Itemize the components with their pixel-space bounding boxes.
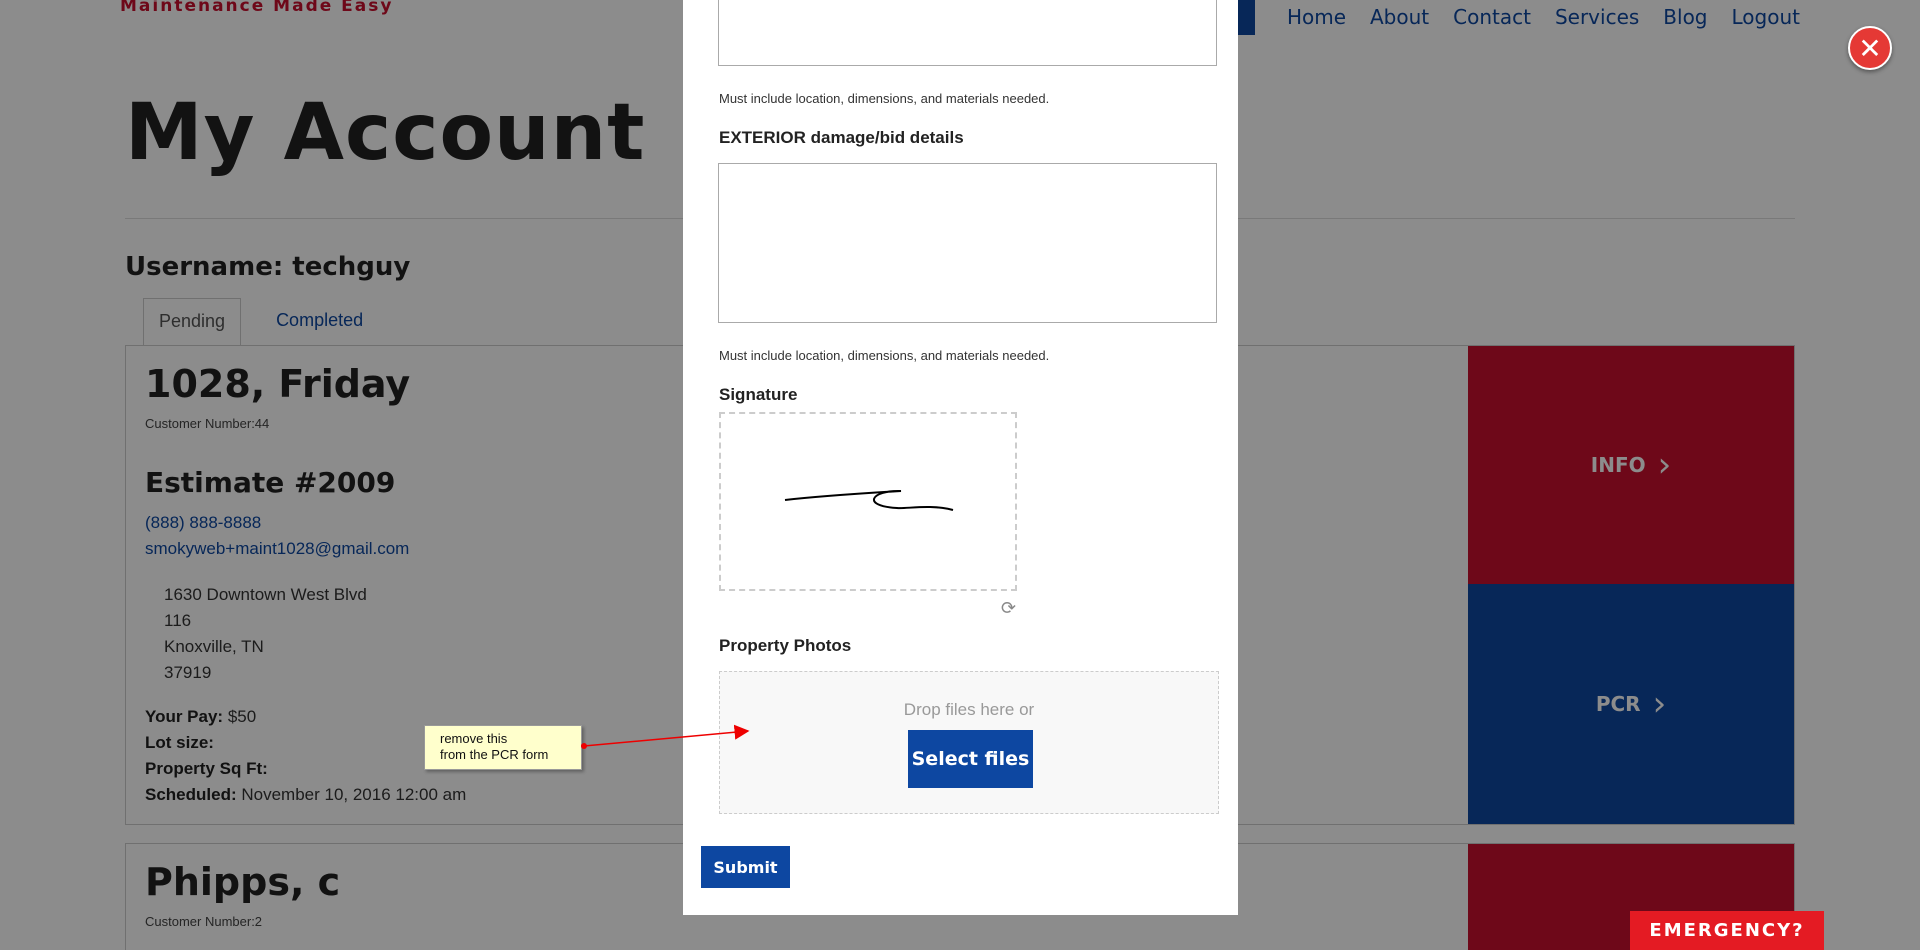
- annotation-line-2: from the PCR form: [440, 747, 549, 762]
- signature-label: Signature: [719, 385, 798, 404]
- interior-help-text: Must include location, dimensions, and m…: [719, 91, 1050, 106]
- photos-label: Property Photos: [719, 636, 852, 655]
- select-files-button[interactable]: Select files: [908, 730, 1033, 788]
- interior-details-textarea[interactable]: [718, 0, 1217, 66]
- signature-stroke: [784, 489, 954, 511]
- exterior-details-textarea[interactable]: [718, 163, 1217, 323]
- drop-text: Drop files here or: [903, 700, 1035, 719]
- photo-dropzone[interactable]: Drop files here or Select files: [719, 671, 1219, 814]
- emergency-button[interactable]: EMERGENCY?: [1630, 911, 1824, 950]
- close-icon[interactable]: ✕: [1848, 26, 1892, 70]
- refresh-icon[interactable]: ⟳: [1001, 598, 1016, 619]
- exterior-help-text: Must include location, dimensions, and m…: [719, 348, 1050, 363]
- exterior-label: EXTERIOR damage/bid details: [719, 128, 964, 147]
- signature-pad[interactable]: [719, 412, 1017, 591]
- annotation-line-1: remove this: [440, 731, 508, 746]
- submit-button[interactable]: Submit: [701, 846, 790, 888]
- pcr-form-modal: Must include location, dimensions, and m…: [683, 0, 1238, 915]
- annotation-note: remove this from the PCR form: [424, 725, 582, 770]
